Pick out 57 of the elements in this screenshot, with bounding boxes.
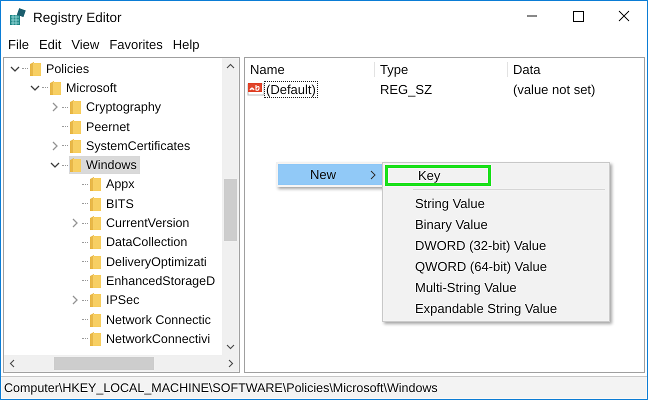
menu-item[interactable]: Expandable String Value xyxy=(385,298,607,319)
tree-item[interactable]: IPSec xyxy=(89,291,142,310)
tree-item[interactable]: Network Connectic xyxy=(89,310,214,328)
window-title: Registry Editor xyxy=(33,10,123,24)
tree-item[interactable]: CurrentVersion xyxy=(89,214,192,232)
menu-item[interactable]: DWORD (32-bit) Value xyxy=(385,235,607,256)
tree-item[interactable]: Peernet xyxy=(69,118,133,136)
menu-item[interactable]: View xyxy=(66,36,104,52)
table-cell-text: (value not set) xyxy=(512,82,596,96)
tree-item[interactable]: EnhancedStorageD xyxy=(89,272,218,290)
menu-item[interactable]: QWORD (64-bit) Value xyxy=(385,256,607,277)
folder-icon xyxy=(69,118,81,135)
folder-icon xyxy=(89,254,101,270)
scroll-thumb[interactable] xyxy=(224,179,237,241)
menu-item[interactable]: Multi-String Value xyxy=(385,277,607,298)
string-value-icon xyxy=(247,81,265,97)
folder-icon xyxy=(89,312,101,328)
vertical-scrollbar[interactable] xyxy=(222,58,239,355)
menu-item[interactable]: String Value xyxy=(385,193,607,214)
folder-icon xyxy=(89,215,101,232)
tree-item[interactable]: Windows xyxy=(69,156,140,174)
folder-icon xyxy=(89,196,101,212)
tree-item[interactable]: Cryptography xyxy=(69,98,164,116)
tree-item[interactable]: Policies xyxy=(29,60,92,78)
tree-item[interactable]: NetworkConnectivi xyxy=(89,330,214,348)
menu-item[interactable]: Binary Value xyxy=(385,214,607,235)
folder-icon xyxy=(89,234,101,250)
tree-item[interactable]: BITS xyxy=(89,194,137,213)
menu-item[interactable]: Favorites xyxy=(104,36,168,52)
menu-item[interactable]: Key xyxy=(385,165,491,186)
folder-icon xyxy=(89,176,101,192)
tree-item[interactable]: SystemCertificates xyxy=(69,136,194,155)
registry-cubes-icon xyxy=(9,8,27,26)
menu-item[interactable]: New xyxy=(278,164,384,185)
tree-item[interactable]: Appx xyxy=(89,175,138,194)
menu-item[interactable]: File xyxy=(3,36,34,52)
horizontal-scrollbar[interactable] xyxy=(4,355,239,372)
folder-icon xyxy=(89,330,101,347)
column-header[interactable]: Type xyxy=(375,62,508,76)
folder-icon xyxy=(49,80,61,96)
folder-icon xyxy=(89,292,101,308)
menu-item[interactable]: Help xyxy=(168,36,205,52)
tree-item[interactable]: DeliveryOptimizati xyxy=(89,252,210,271)
menu-item[interactable]: Edit xyxy=(34,36,66,52)
folder-icon xyxy=(89,272,101,289)
column-header[interactable]: Data xyxy=(508,62,644,76)
folder-icon xyxy=(29,60,41,77)
column-header[interactable]: Name xyxy=(245,62,375,76)
tree-item[interactable]: Microsoft xyxy=(49,78,120,97)
table-cell[interactable]: (Default) xyxy=(265,82,317,96)
scroll-thumb[interactable] xyxy=(54,357,154,370)
folder-icon xyxy=(69,157,81,174)
tree-item[interactable]: DataCollection xyxy=(89,233,190,252)
table-cell-text: REG_SZ xyxy=(379,82,434,96)
folder-icon xyxy=(69,138,81,154)
status-bar: Computer\HKEY_LOCAL_MACHINE\SOFTWARE\Policies\Microsoft\Windows xyxy=(1,376,647,399)
folder-icon xyxy=(69,99,81,116)
